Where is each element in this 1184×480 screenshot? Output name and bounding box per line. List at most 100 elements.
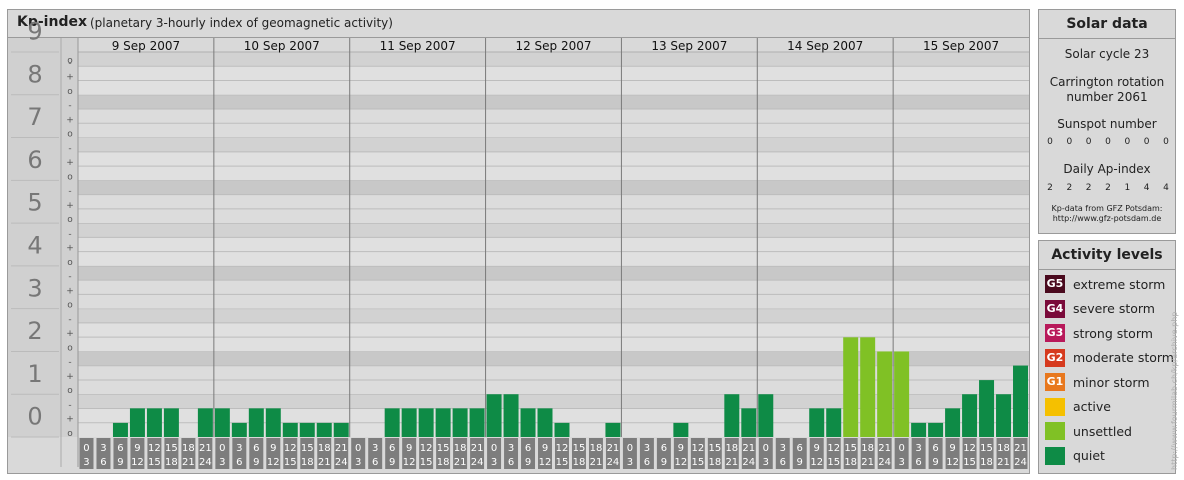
interval-start-label: 3 [100,443,106,454]
y-tick-label: 8 [27,60,42,88]
kp-bar [265,408,281,437]
sunspot-value: 0 [1066,137,1073,147]
kp-band-shade [78,223,1029,238]
ap-index-value: 4 [1163,183,1169,193]
interval-end-label: 15 [691,457,704,468]
activity-level-label: severe storm [1073,301,1155,316]
interval-end-label: 9 [389,457,395,468]
interval-end-label: 18 [708,457,721,468]
y-minor-tick-label: o [67,258,73,268]
y-tick-label: 2 [27,317,42,345]
sunspot-values: 0 0 0 0 0 0 0 [1043,137,1173,147]
activity-level-item: G2 moderate storm [1045,348,1174,368]
interval-start-label: 6 [797,443,803,454]
interval-end-label: 24 [471,457,484,468]
interval-start-label: 0 [491,443,497,454]
kp-band-shade [78,308,1029,323]
interval-start-label: 3 [508,443,514,454]
kp-band-shade [78,52,1029,67]
kp-bar [469,408,485,437]
interval-start-label: 12 [691,443,704,454]
y-minor-tick-label: + [66,73,74,83]
interval-start-label: 12 [827,443,840,454]
interval-end-label: 3 [763,457,769,468]
interval-start-label: 6 [117,443,123,454]
activity-level-swatch [1045,446,1065,465]
interval-end-label: 6 [372,457,378,468]
kp-bar [537,408,553,437]
interval-end-label: 24 [335,457,348,468]
kp-bar [486,394,502,437]
interval-end-label: 12 [674,457,687,468]
y-minor-tick-label: + [66,372,74,382]
interval-end-label: 9 [661,457,667,468]
activity-level-item: G3 strong storm [1045,323,1153,343]
interval-start-label: 9 [542,443,548,454]
kp-bar [741,408,757,437]
y-tick-label: 1 [27,360,42,388]
interval-end-label: 9 [797,457,803,468]
interval-end-label: 21 [182,457,195,468]
interval-end-label: 12 [131,457,144,468]
y-minor-tick-label: o [67,56,73,66]
interval-start-label: 6 [661,443,667,454]
solar-data-panel: Solar data Solar cycle 23 Carrington rot… [1038,9,1176,234]
interval-start-label: 15 [165,443,178,454]
kp-bar [418,408,434,437]
data-source: Kp-data from GFZ Potsdam: http://www.gfz… [1039,204,1175,224]
activity-levels-panel: Activity levels G5 extreme storm G4 severe … [1038,240,1176,474]
kp-band-shade [78,94,1029,110]
interval-start-label: 18 [182,443,195,454]
interval-start-label: 6 [389,443,395,454]
interval-start-label: 3 [780,443,786,454]
interval-end-label: 6 [915,457,921,468]
kp-bar [316,422,332,437]
interval-end-label: 12 [810,457,823,468]
sunspot-label: Sunspot number [1057,117,1157,131]
interval-end-label: 12 [539,457,552,468]
day-label: 15 Sep 2007 [923,39,999,53]
watermark: http://www.fourmilab.ch/kp/archive.php [1170,311,1179,470]
interval-end-label: 12 [403,457,416,468]
interval-start-label: 9 [678,443,684,454]
activity-level-label: quiet [1073,448,1105,463]
interval-start-label: 0 [898,443,904,454]
interval-start-label: 3 [236,443,242,454]
y-minor-tick-label: o [67,301,73,311]
y-tick-label: 0 [27,403,42,431]
y-minor-tick-label: + [66,415,74,425]
y-minor-tick-label: - [68,144,71,154]
activity-level-item: G4 severe storm [1045,299,1155,319]
interval-start-label: 9 [406,443,412,454]
y-minor-tick-label: o [67,130,73,140]
interval-end-label: 9 [117,457,123,468]
interval-start-label: 15 [844,443,857,454]
kp-bar [673,422,689,437]
kp-bar [503,394,519,437]
y-minor-tick-label: o [67,87,73,97]
kp-bar [401,408,417,437]
interval-end-label: 12 [267,457,280,468]
kp-bar [129,408,145,437]
interval-start-label: 6 [253,443,259,454]
y-minor-tick-label: + [66,244,74,254]
kp-band-shade [78,180,1029,195]
ap-index-value: 2 [1047,183,1053,193]
interval-start-label: 9 [814,443,820,454]
interval-end-label: 15 [827,457,840,468]
activity-level-swatch: G5 [1045,275,1065,293]
kp-bar [520,408,536,437]
interval-end-label: 18 [844,457,857,468]
activity-level-swatch: G4 [1045,299,1065,318]
interval-end-label: 18 [573,457,586,468]
activity-level-label: strong storm [1073,325,1153,341]
interval-start-label: 15 [437,443,450,454]
interval-end-label: 21 [997,457,1010,468]
kp-bar [146,408,162,437]
kp-bar [962,394,978,437]
y-minor-tick-label: o [67,429,73,439]
interval-start-label: 21 [471,443,484,454]
activity-level-label: active [1073,399,1111,414]
y-minor-tick-label: - [68,315,71,325]
interval-start-label: 15 [301,443,314,454]
